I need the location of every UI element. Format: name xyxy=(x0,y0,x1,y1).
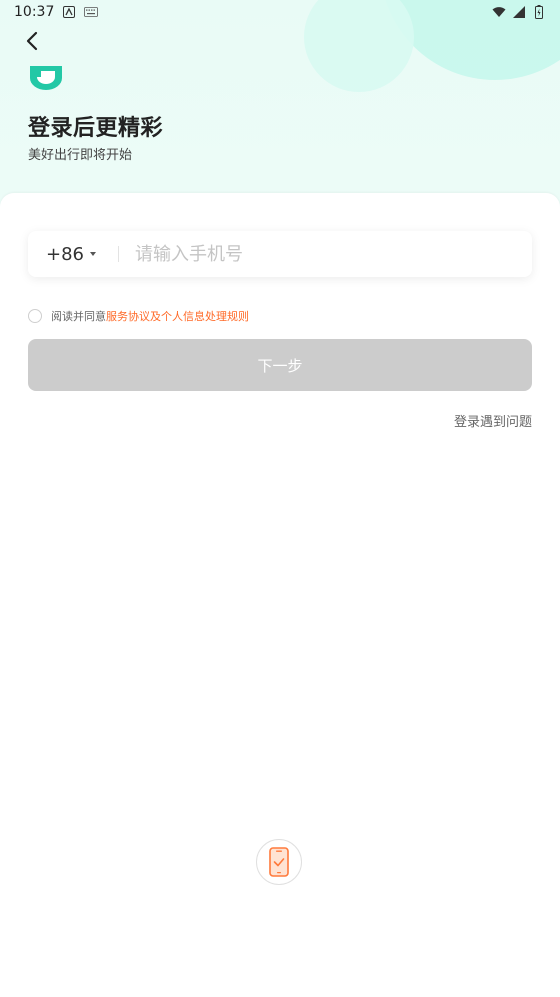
agreement-row: 阅读并同意 服务协议 及 个人信息处理规则 xyxy=(28,308,249,324)
page-subtitle: 美好出行即将开始 xyxy=(28,148,133,163)
caret-down-icon xyxy=(90,252,96,256)
status-time: 10:37 xyxy=(14,4,55,20)
country-code-selector[interactable]: +86 xyxy=(28,244,108,265)
brand-logo-icon xyxy=(28,64,64,92)
agreement-checkbox[interactable] xyxy=(28,309,42,323)
input-divider xyxy=(118,246,119,262)
status-left: 10:37 xyxy=(14,4,99,20)
login-screen: 10:37 登录后更精彩 美好出行即将开始 +86 请输入手机号 阅读并同意 服… xyxy=(0,0,560,997)
phone-verify-icon xyxy=(269,847,289,877)
privacy-link[interactable]: 个人信息处理规则 xyxy=(161,308,249,324)
status-right xyxy=(492,5,546,19)
keyboard-notification-icon xyxy=(84,5,99,19)
login-help-link[interactable]: 登录遇到问题 xyxy=(454,411,532,430)
wifi-icon xyxy=(492,5,506,19)
agreement-connector: 及 xyxy=(150,310,161,323)
phone-input-box: +86 xyxy=(28,231,532,277)
one-click-login-button[interactable] xyxy=(256,839,302,885)
next-step-button[interactable]: 下一步 xyxy=(28,339,532,391)
app-notification-icon xyxy=(62,5,76,19)
login-card: +86 阅读并同意 服务协议 及 个人信息处理规则 下一步 登录遇到问题 xyxy=(0,193,560,997)
signal-icon xyxy=(512,5,526,19)
back-button[interactable] xyxy=(22,30,44,52)
phone-number-input[interactable] xyxy=(133,242,532,266)
agreement-prefix: 阅读并同意 xyxy=(51,310,106,323)
status-bar: 10:37 xyxy=(0,0,560,24)
battery-icon xyxy=(532,5,546,19)
country-code-label: +86 xyxy=(46,243,84,265)
terms-link[interactable]: 服务协议 xyxy=(106,308,150,324)
chevron-left-icon xyxy=(26,31,38,51)
page-title: 登录后更精彩 xyxy=(28,116,164,141)
